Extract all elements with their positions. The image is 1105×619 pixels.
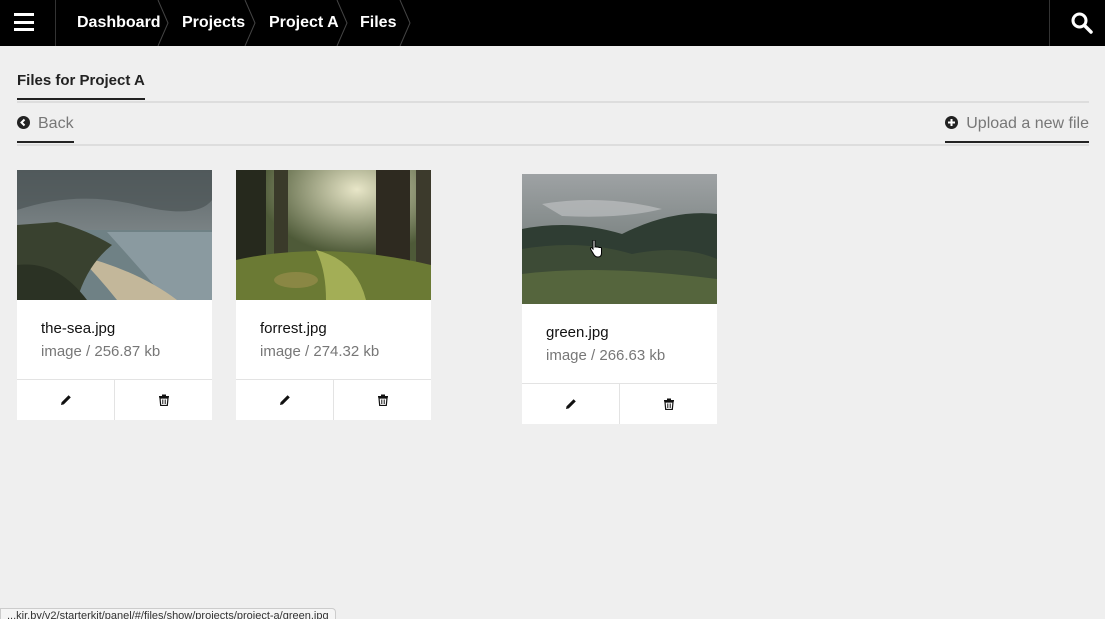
breadcrumb-dashboard[interactable]: Dashboard xyxy=(77,0,161,46)
trash-icon xyxy=(377,394,388,406)
file-thumbnail[interactable] xyxy=(17,170,212,300)
file-meta: image / 266.63 kb xyxy=(546,347,666,364)
upload-label: Upload a new file xyxy=(966,115,1089,132)
menu-button[interactable] xyxy=(0,0,56,46)
hand-cursor-icon xyxy=(589,240,602,258)
file-card: the-sea.jpg image / 256.87 kb xyxy=(17,170,212,420)
status-url: ...kir.by/v2/starterkit/panel/#/files/sh… xyxy=(0,608,336,619)
divider xyxy=(17,144,1089,146)
delete-button[interactable] xyxy=(333,380,431,420)
back-button[interactable]: Back xyxy=(17,115,74,143)
chevron-right-icon xyxy=(244,0,256,46)
plus-circle-icon xyxy=(945,116,959,129)
pencil-icon xyxy=(60,395,71,405)
file-card: forrest.jpg image / 274.32 kb xyxy=(236,170,431,420)
file-meta: image / 256.87 kb xyxy=(41,343,161,360)
search-button[interactable] xyxy=(1049,0,1105,46)
file-name[interactable]: green.jpg xyxy=(546,304,693,341)
trash-icon xyxy=(158,394,169,406)
file-card: green.jpg image / 266.63 kb xyxy=(522,174,717,424)
file-name[interactable]: forrest.jpg xyxy=(260,300,407,337)
file-thumbnail[interactable] xyxy=(522,174,717,304)
upload-file-button[interactable]: Upload a new file xyxy=(945,115,1089,143)
edit-button[interactable] xyxy=(522,384,619,424)
top-bar: Dashboard Projects Project A Files xyxy=(0,0,1105,46)
breadcrumb-project-a[interactable]: Project A xyxy=(269,0,339,46)
chevron-right-icon xyxy=(399,0,411,46)
divider xyxy=(17,101,1089,103)
pencil-icon xyxy=(279,395,290,405)
edit-button[interactable] xyxy=(236,380,333,420)
trash-icon xyxy=(663,398,674,410)
edit-button[interactable] xyxy=(17,380,114,420)
chevron-right-icon xyxy=(336,0,348,46)
chevron-right-icon xyxy=(157,0,169,46)
page-title: Files for Project A xyxy=(17,72,145,100)
pencil-icon xyxy=(565,399,576,409)
delete-button[interactable] xyxy=(619,384,717,424)
file-thumbnail[interactable] xyxy=(236,170,431,300)
arrow-left-circle-icon xyxy=(17,116,30,129)
hamburger-icon xyxy=(14,13,34,31)
file-meta: image / 274.32 kb xyxy=(260,343,380,360)
breadcrumb-projects[interactable]: Projects xyxy=(182,0,245,46)
search-icon xyxy=(1071,12,1093,34)
file-name[interactable]: the-sea.jpg xyxy=(41,300,188,337)
back-label: Back xyxy=(38,115,74,132)
delete-button[interactable] xyxy=(114,380,212,420)
breadcrumb-files[interactable]: Files xyxy=(360,0,396,46)
